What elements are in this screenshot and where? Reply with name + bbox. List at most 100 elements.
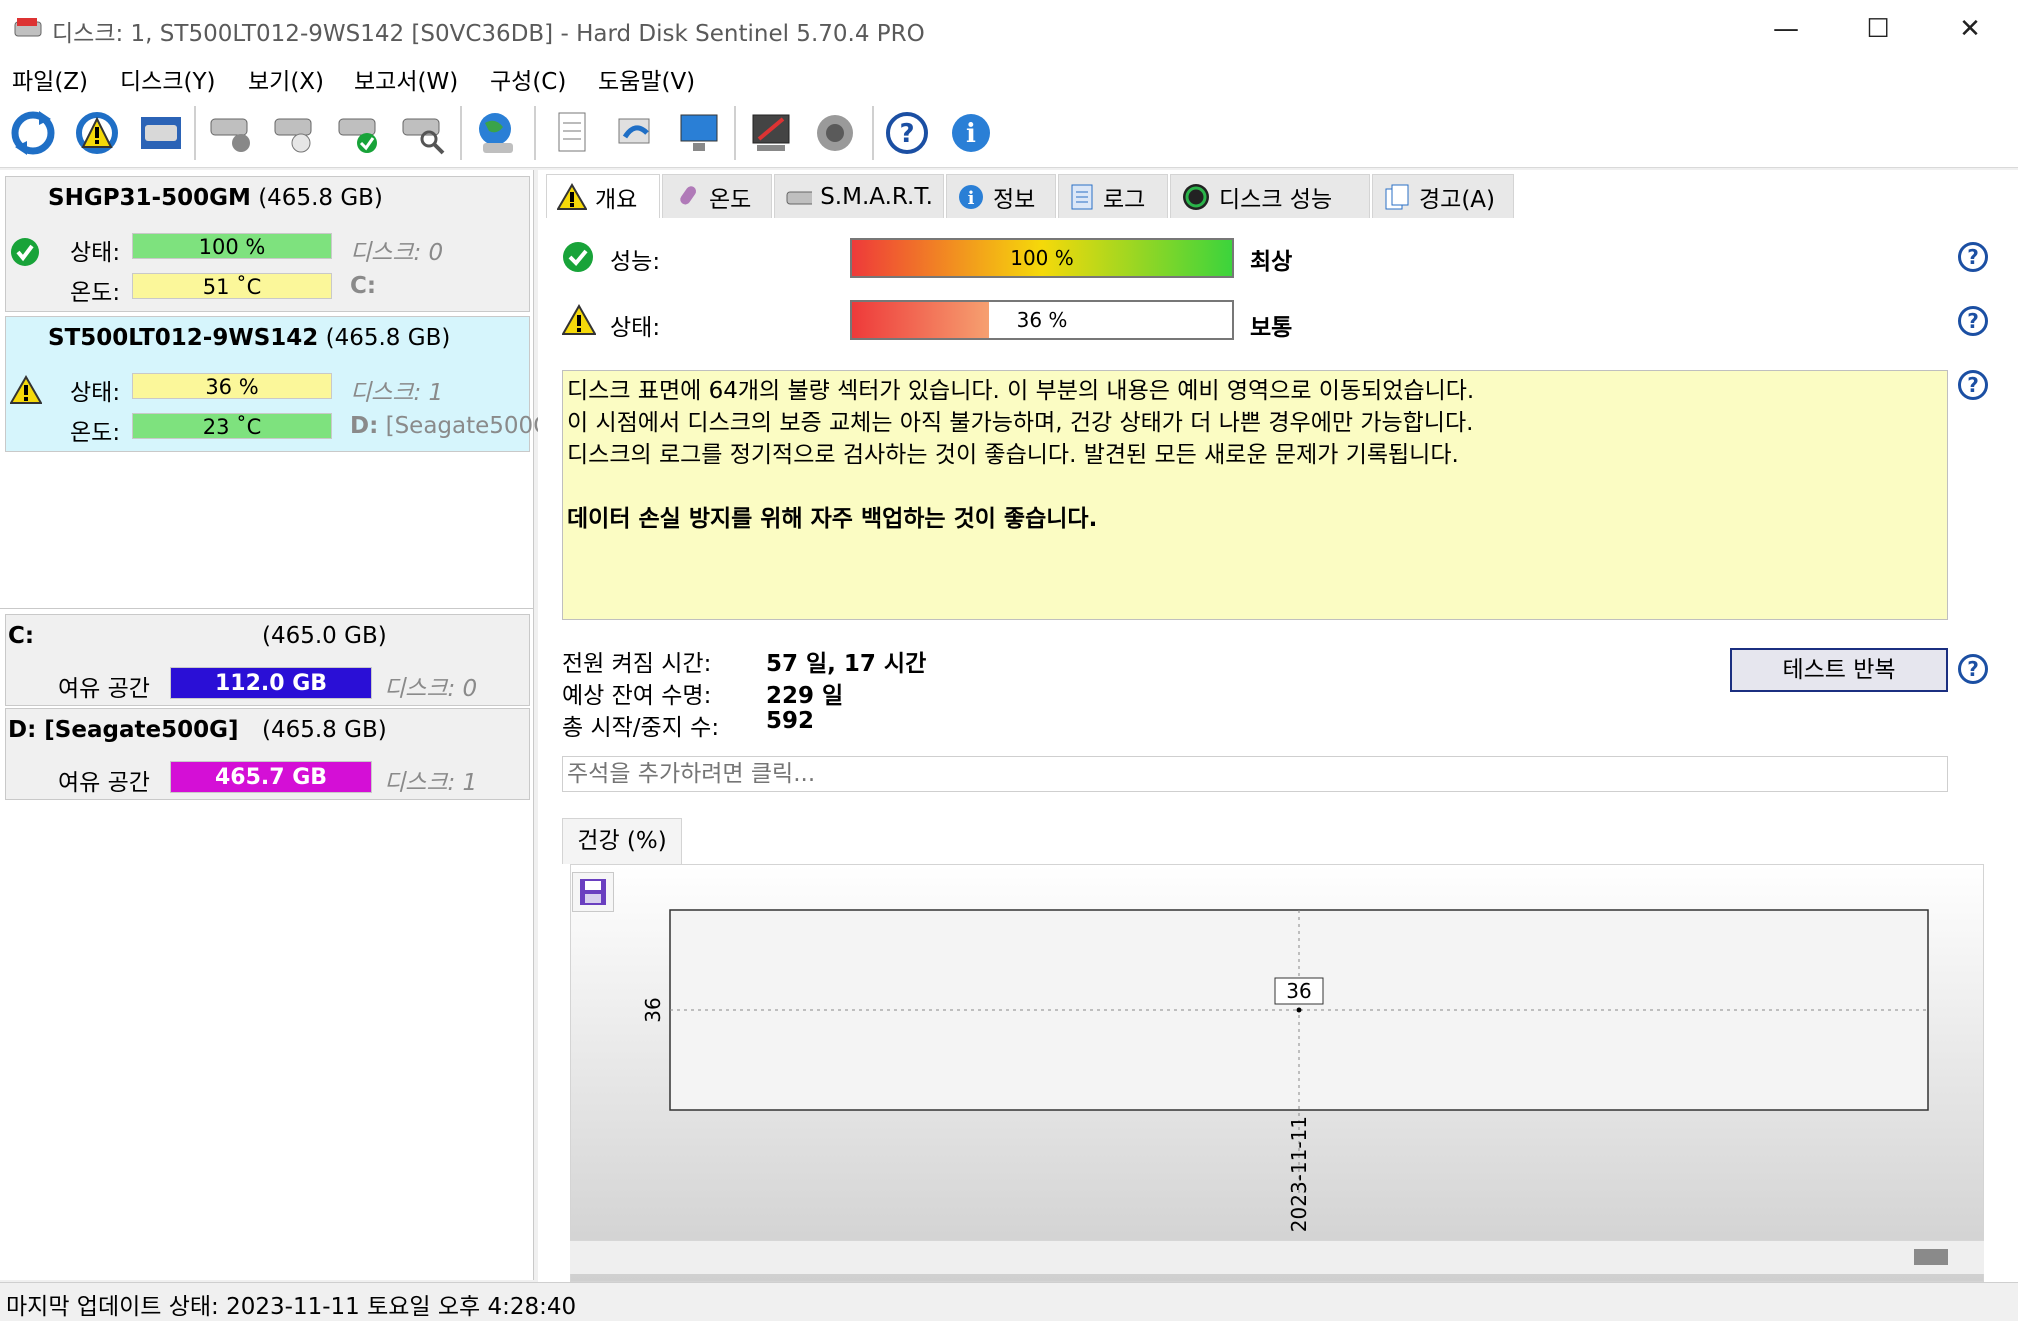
tab-temperature[interactable]: 온도	[662, 174, 772, 218]
lifetime-label: 예상 잔여 수명:	[562, 683, 712, 709]
close-icon: ✕	[1959, 14, 1981, 44]
menu-view[interactable]: 보기(X)	[248, 62, 324, 96]
globe-icon[interactable]	[470, 106, 524, 160]
maximize-icon: ☐	[1866, 14, 1890, 44]
window-title: 디스크: 1, ST500LT012-9WS142 [S0VC36DB] - H…	[52, 21, 925, 47]
volume-name: D: [Seagate500G]	[8, 717, 239, 743]
volume-ref: C:	[350, 273, 377, 299]
log-icon	[1071, 184, 1093, 209]
toolbar-separator	[460, 106, 462, 160]
volume-ref: D: [Seagate500G]	[350, 413, 560, 439]
tab-log[interactable]: 로그	[1058, 174, 1168, 218]
help-icon[interactable]: ?	[880, 106, 934, 160]
tab-overview[interactable]: 개요	[546, 174, 660, 218]
repeat-test-button[interactable]: 테스트 반복	[1730, 648, 1948, 692]
tab-label: 디스크 성능	[1219, 186, 1333, 213]
health-value: 36 %	[1016, 308, 1068, 332]
disk-icon	[786, 191, 813, 204]
sound-icon[interactable]	[808, 106, 862, 160]
tab-alerts[interactable]: 경고(A)	[1372, 174, 1514, 218]
volume-size: (465.8 GB)	[262, 717, 387, 743]
info-icon: i	[959, 184, 983, 209]
check-icon	[10, 237, 40, 271]
disk-ref: 디스크: 0	[350, 240, 444, 266]
disk-test-icon[interactable]	[204, 106, 258, 160]
toolbar-separator	[194, 106, 196, 160]
help-icon[interactable]: ?	[1958, 654, 1988, 684]
menu-config[interactable]: 구성(C)	[490, 62, 566, 96]
disk-search-icon[interactable]	[396, 106, 450, 160]
volume-card-1[interactable]: D: [Seagate500G] (465.8 GB) 여유 공간 465.7 …	[5, 708, 530, 800]
warning-icon	[557, 182, 587, 210]
check-icon	[562, 241, 594, 277]
network-icon[interactable]	[672, 106, 726, 160]
free-space-bar: 112.0 GB	[170, 667, 372, 699]
menu-disk[interactable]: 디스크(Y)	[120, 62, 215, 96]
chart-scrollbar[interactable]	[570, 1240, 1984, 1274]
message-line: 디스크의 로그를 정기적으로 검사하는 것이 좋습니다. 발견된 모든 새로운 …	[567, 442, 1459, 468]
tab-label: 경고(A)	[1419, 186, 1496, 213]
health-chart: 36 36 2023-11-11	[641, 909, 1929, 1232]
maximize-button[interactable]: ☐	[1832, 0, 1924, 58]
disk-size: (465.8 GB)	[258, 185, 383, 211]
comment-input[interactable]	[562, 756, 1948, 792]
disk-card-1[interactable]: ST500LT012-9WS142 (465.8 GB) 상태: 36 % 디스…	[5, 316, 560, 452]
free-space-label: 여유 공간	[58, 676, 150, 702]
disk-name: SHGP31-500GM	[48, 185, 251, 211]
help-icon[interactable]: ?	[1958, 242, 1988, 272]
app-icon	[14, 14, 44, 40]
menu-report[interactable]: 보고서(W)	[354, 62, 458, 96]
help-icon[interactable]: ?	[1958, 370, 1988, 400]
status-bar: 36 %	[132, 373, 332, 399]
minimize-button[interactable]: —	[1740, 0, 1832, 58]
disk-info-icon[interactable]	[134, 106, 188, 160]
toolbar-separator	[534, 106, 536, 160]
tab-health-chart[interactable]: 건강 (%)	[562, 818, 682, 864]
temp-label: 온도:	[70, 420, 121, 446]
svg-text:i: i	[966, 119, 976, 149]
tab-disk-performance[interactable]: 디스크 성능	[1170, 174, 1370, 218]
disk-ref: 디스크: 0	[384, 676, 478, 702]
sync-icon[interactable]	[608, 106, 662, 160]
status-bar: 마지막 업데이트 상태: 2023-11-11 토요일 오후 4:28:40	[0, 1282, 2018, 1320]
disk-card-0[interactable]: SHGP31-500GM (465.8 GB) 상태: 100 % 디스크: 0…	[5, 176, 530, 312]
performance-rating: 최상	[1250, 249, 1293, 275]
starts-label: 총 시작/중지 수:	[562, 715, 720, 741]
lifetime-value: 229 일	[766, 683, 844, 709]
gauge-icon	[1183, 183, 1209, 210]
thermometer-icon	[680, 185, 697, 204]
temp-bar: 51 ˚C	[132, 273, 332, 299]
disk-ok-icon[interactable]	[332, 106, 386, 160]
health-bar: 36 %	[850, 300, 1234, 340]
minimize-icon: —	[1773, 14, 1799, 44]
tab-info[interactable]: i 정보	[946, 174, 1056, 218]
refresh-icon[interactable]	[6, 106, 60, 160]
info-icon[interactable]: i	[944, 106, 998, 160]
alert-refresh-icon[interactable]	[70, 106, 124, 160]
copy-icon	[1385, 184, 1409, 209]
performance-label: 성능:	[610, 249, 661, 275]
volume-name: [Seagate500G]	[385, 413, 560, 439]
power-on-label: 전원 켜짐 시간:	[562, 651, 712, 677]
report-icon[interactable]	[544, 106, 598, 160]
disk-ref: 디스크: 1	[384, 770, 478, 796]
performance-bar: 100 %	[850, 238, 1234, 278]
settings-icon[interactable]	[744, 106, 798, 160]
help-icon[interactable]: ?	[1958, 306, 1988, 336]
close-button[interactable]: ✕	[1924, 0, 2016, 58]
scrollbar-thumb[interactable]	[1914, 1249, 1948, 1265]
svg-text:?: ?	[899, 119, 914, 149]
toolbar-separator	[872, 106, 874, 160]
y-tick-label: 36	[641, 997, 665, 1022]
menu-help[interactable]: 도움말(V)	[598, 62, 695, 96]
menu-bar: 파일(Z) 디스크(Y) 보기(X) 보고서(W) 구성(C) 도움말(V)	[0, 58, 2018, 98]
volume-size: (465.0 GB)	[262, 623, 387, 649]
tab-smart[interactable]: S.M.A.R.T.	[774, 174, 944, 218]
free-space-label: 여유 공간	[58, 770, 150, 796]
warning-icon	[561, 303, 597, 340]
menu-file[interactable]: 파일(Z)	[12, 62, 88, 96]
data-point	[1296, 1007, 1302, 1013]
x-tick-label: 2023-11-11	[1287, 1116, 1311, 1232]
volume-card-0[interactable]: C: (465.0 GB) 여유 공간 112.0 GB 디스크: 0	[5, 614, 530, 706]
disk-surface-icon[interactable]	[268, 106, 322, 160]
